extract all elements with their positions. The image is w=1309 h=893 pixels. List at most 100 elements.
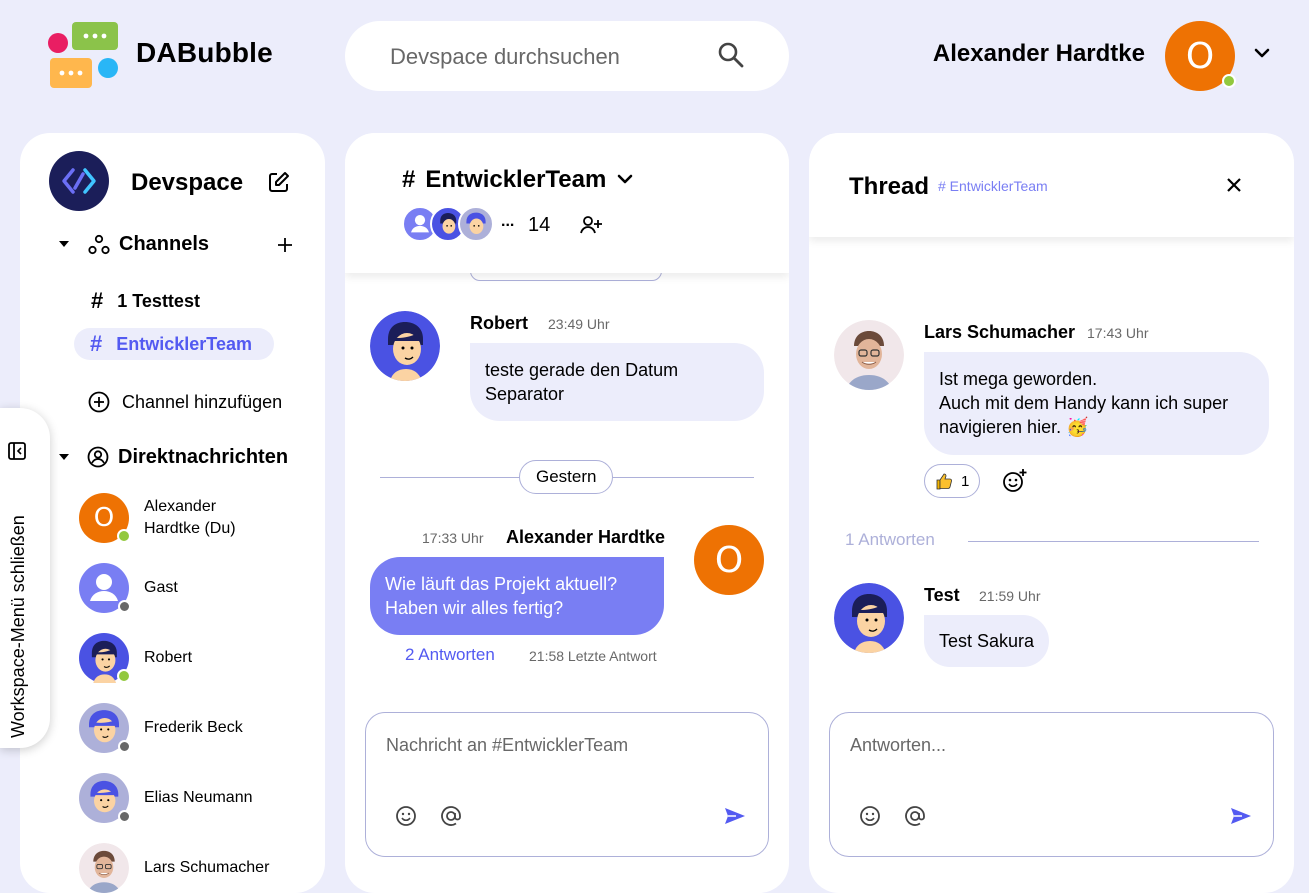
avatar-initial: O: [93, 503, 115, 533]
channel-item-active[interactable]: # EntwicklerTeam: [74, 328, 274, 360]
date-separator: Gestern: [519, 460, 614, 494]
edit-icon[interactable]: [268, 171, 290, 193]
avatar[interactable]: O: [694, 525, 764, 595]
channel-chat: # EntwicklerTeam ... 14 Robert 23:49 Uhr…: [345, 133, 789, 893]
hash-icon: #: [90, 331, 103, 356]
replies-count: 1 Antworten: [845, 530, 935, 549]
replies-separator-line: [968, 541, 1259, 542]
message-author[interactable]: Test: [924, 585, 960, 606]
channel-label: 1 Testtest: [117, 290, 200, 311]
app-logo: [48, 20, 120, 90]
hash-icon: #: [402, 166, 416, 193]
send-icon[interactable]: [724, 807, 746, 825]
message-author[interactable]: Robert: [470, 313, 528, 334]
thread-channel: # EntwicklerTeam: [938, 178, 1048, 194]
dm-item[interactable]: Frederik Beck: [79, 703, 243, 753]
dm-item[interactable]: O Alexander Hardtke (Du): [79, 493, 254, 543]
guest-avatar: [79, 563, 131, 613]
channel-title-button[interactable]: # EntwicklerTeam: [402, 166, 634, 194]
workspace-sidebar: Devspace Channels # 1 Testtest # Entwick…: [20, 133, 325, 893]
message-time: 23:49 Uhr: [548, 316, 610, 332]
avatar[interactable]: [834, 320, 904, 390]
dm-item[interactable]: Lars Schumacher: [79, 843, 269, 893]
add-icon[interactable]: [277, 237, 293, 253]
search-bar[interactable]: Devspace durchsuchen: [345, 21, 789, 91]
last-reply-time: 21:58 Letzte Antwort: [529, 648, 657, 664]
avatar-initial: O: [714, 539, 744, 581]
message-time: 17:43 Uhr: [1087, 325, 1149, 341]
channels-title[interactable]: Channels: [119, 233, 209, 256]
message-line: Auch mit dem Handy kann ich super: [939, 393, 1229, 413]
add-channel-button[interactable]: Channel hinzufügen: [88, 391, 282, 413]
avatar[interactable]: [834, 583, 904, 653]
avatar[interactable]: [370, 311, 440, 381]
add-member-icon[interactable]: [579, 215, 603, 235]
workspace-menu-toggle[interactable]: Workspace-Menü schließen: [0, 408, 50, 748]
dm-name: Lars Schumacher: [144, 859, 270, 876]
message-bubble[interactable]: Test Sakura: [924, 615, 1050, 667]
current-user-avatar[interactable]: O: [1165, 21, 1236, 91]
message-bubble[interactable]: Ist mega geworden. Auch mit dem Handy ka…: [924, 352, 1269, 455]
dm-name: Robert: [144, 649, 193, 666]
workspace-name: Devspace: [131, 169, 244, 196]
direct-messages-title[interactable]: Direktnachrichten: [118, 446, 288, 469]
reaction-count: 1: [961, 472, 970, 490]
offline-status-dot: [118, 810, 131, 823]
message-bubble[interactable]: Wie läuft das Projekt aktuell? Haben wir…: [370, 557, 664, 635]
add-reaction-icon[interactable]: [1002, 468, 1028, 494]
channel-name: EntwicklerTeam: [425, 166, 607, 193]
sidebar-collapse-icon: [8, 442, 26, 460]
online-status-dot: [117, 529, 131, 543]
emoji-icon[interactable]: [395, 805, 417, 827]
message-time: 21:59 Uhr: [979, 588, 1041, 604]
chevron-down-icon: [616, 174, 634, 186]
member-avatar[interactable]: [458, 206, 494, 242]
member-count[interactable]: 14: [528, 214, 550, 237]
message-time: 17:33 Uhr: [422, 530, 484, 546]
message-input-placeholder[interactable]: Nachricht an #EntwicklerTeam: [386, 735, 628, 756]
add-circle-icon: [88, 391, 110, 413]
offline-status-dot: [118, 600, 131, 613]
dm-name: Gast: [144, 579, 178, 596]
search-icon[interactable]: [717, 41, 745, 69]
search-input[interactable]: Devspace durchsuchen: [390, 44, 620, 70]
dm-item[interactable]: Elias Neumann: [79, 773, 253, 823]
brand-name: DABubble: [136, 37, 273, 68]
dm-name: Elias Neumann: [144, 789, 253, 806]
member-ellipsis: ...: [501, 213, 515, 230]
chat-header: # EntwicklerTeam ... 14: [345, 133, 789, 273]
workspace-logo: [49, 151, 109, 211]
message-bubble[interactable]: teste gerade den Datum Separator: [470, 343, 764, 421]
message-author[interactable]: Alexander Hardtke: [506, 527, 665, 548]
collapse-caret-icon[interactable]: [59, 454, 69, 460]
dm-item[interactable]: Gast: [79, 563, 178, 613]
dm-item[interactable]: Robert: [79, 633, 192, 683]
avatar: [79, 633, 131, 683]
mention-icon[interactable]: [904, 805, 926, 827]
channel-item[interactable]: # 1 Testtest: [91, 288, 200, 314]
channel-label: EntwicklerTeam: [116, 333, 252, 354]
reply-input-placeholder[interactable]: Antworten...: [850, 735, 946, 756]
mention-icon[interactable]: [440, 805, 462, 827]
add-channel-label: Channel hinzufügen: [122, 391, 283, 412]
thread-panel: Thread # EntwicklerTeam Lars Schumacher …: [809, 133, 1294, 893]
channels-icon: [88, 234, 110, 256]
emoji-icon[interactable]: [859, 805, 881, 827]
chevron-down-icon[interactable]: [1254, 48, 1270, 60]
message-author[interactable]: Lars Schumacher: [924, 322, 1075, 343]
online-status-dot: [1222, 74, 1236, 88]
current-user-name[interactable]: Alexander Hardtke: [933, 40, 1145, 68]
message-line: Ist mega geworden.: [939, 369, 1098, 389]
send-icon[interactable]: [1230, 807, 1252, 825]
reaction-chip[interactable]: 1: [924, 464, 981, 498]
collapse-caret-icon[interactable]: [59, 241, 69, 247]
online-status-dot: [117, 669, 131, 683]
avatar: [79, 843, 129, 893]
close-icon[interactable]: [1226, 177, 1242, 193]
reply-input[interactable]: Antworten...: [829, 712, 1274, 857]
replies-link[interactable]: 2 Antworten: [405, 645, 495, 665]
dm-name: Frederik Beck: [144, 719, 243, 736]
thumbs-up-icon: [935, 472, 953, 490]
message-input[interactable]: Nachricht an #EntwicklerTeam: [365, 712, 769, 857]
offline-status-dot: [118, 740, 131, 753]
